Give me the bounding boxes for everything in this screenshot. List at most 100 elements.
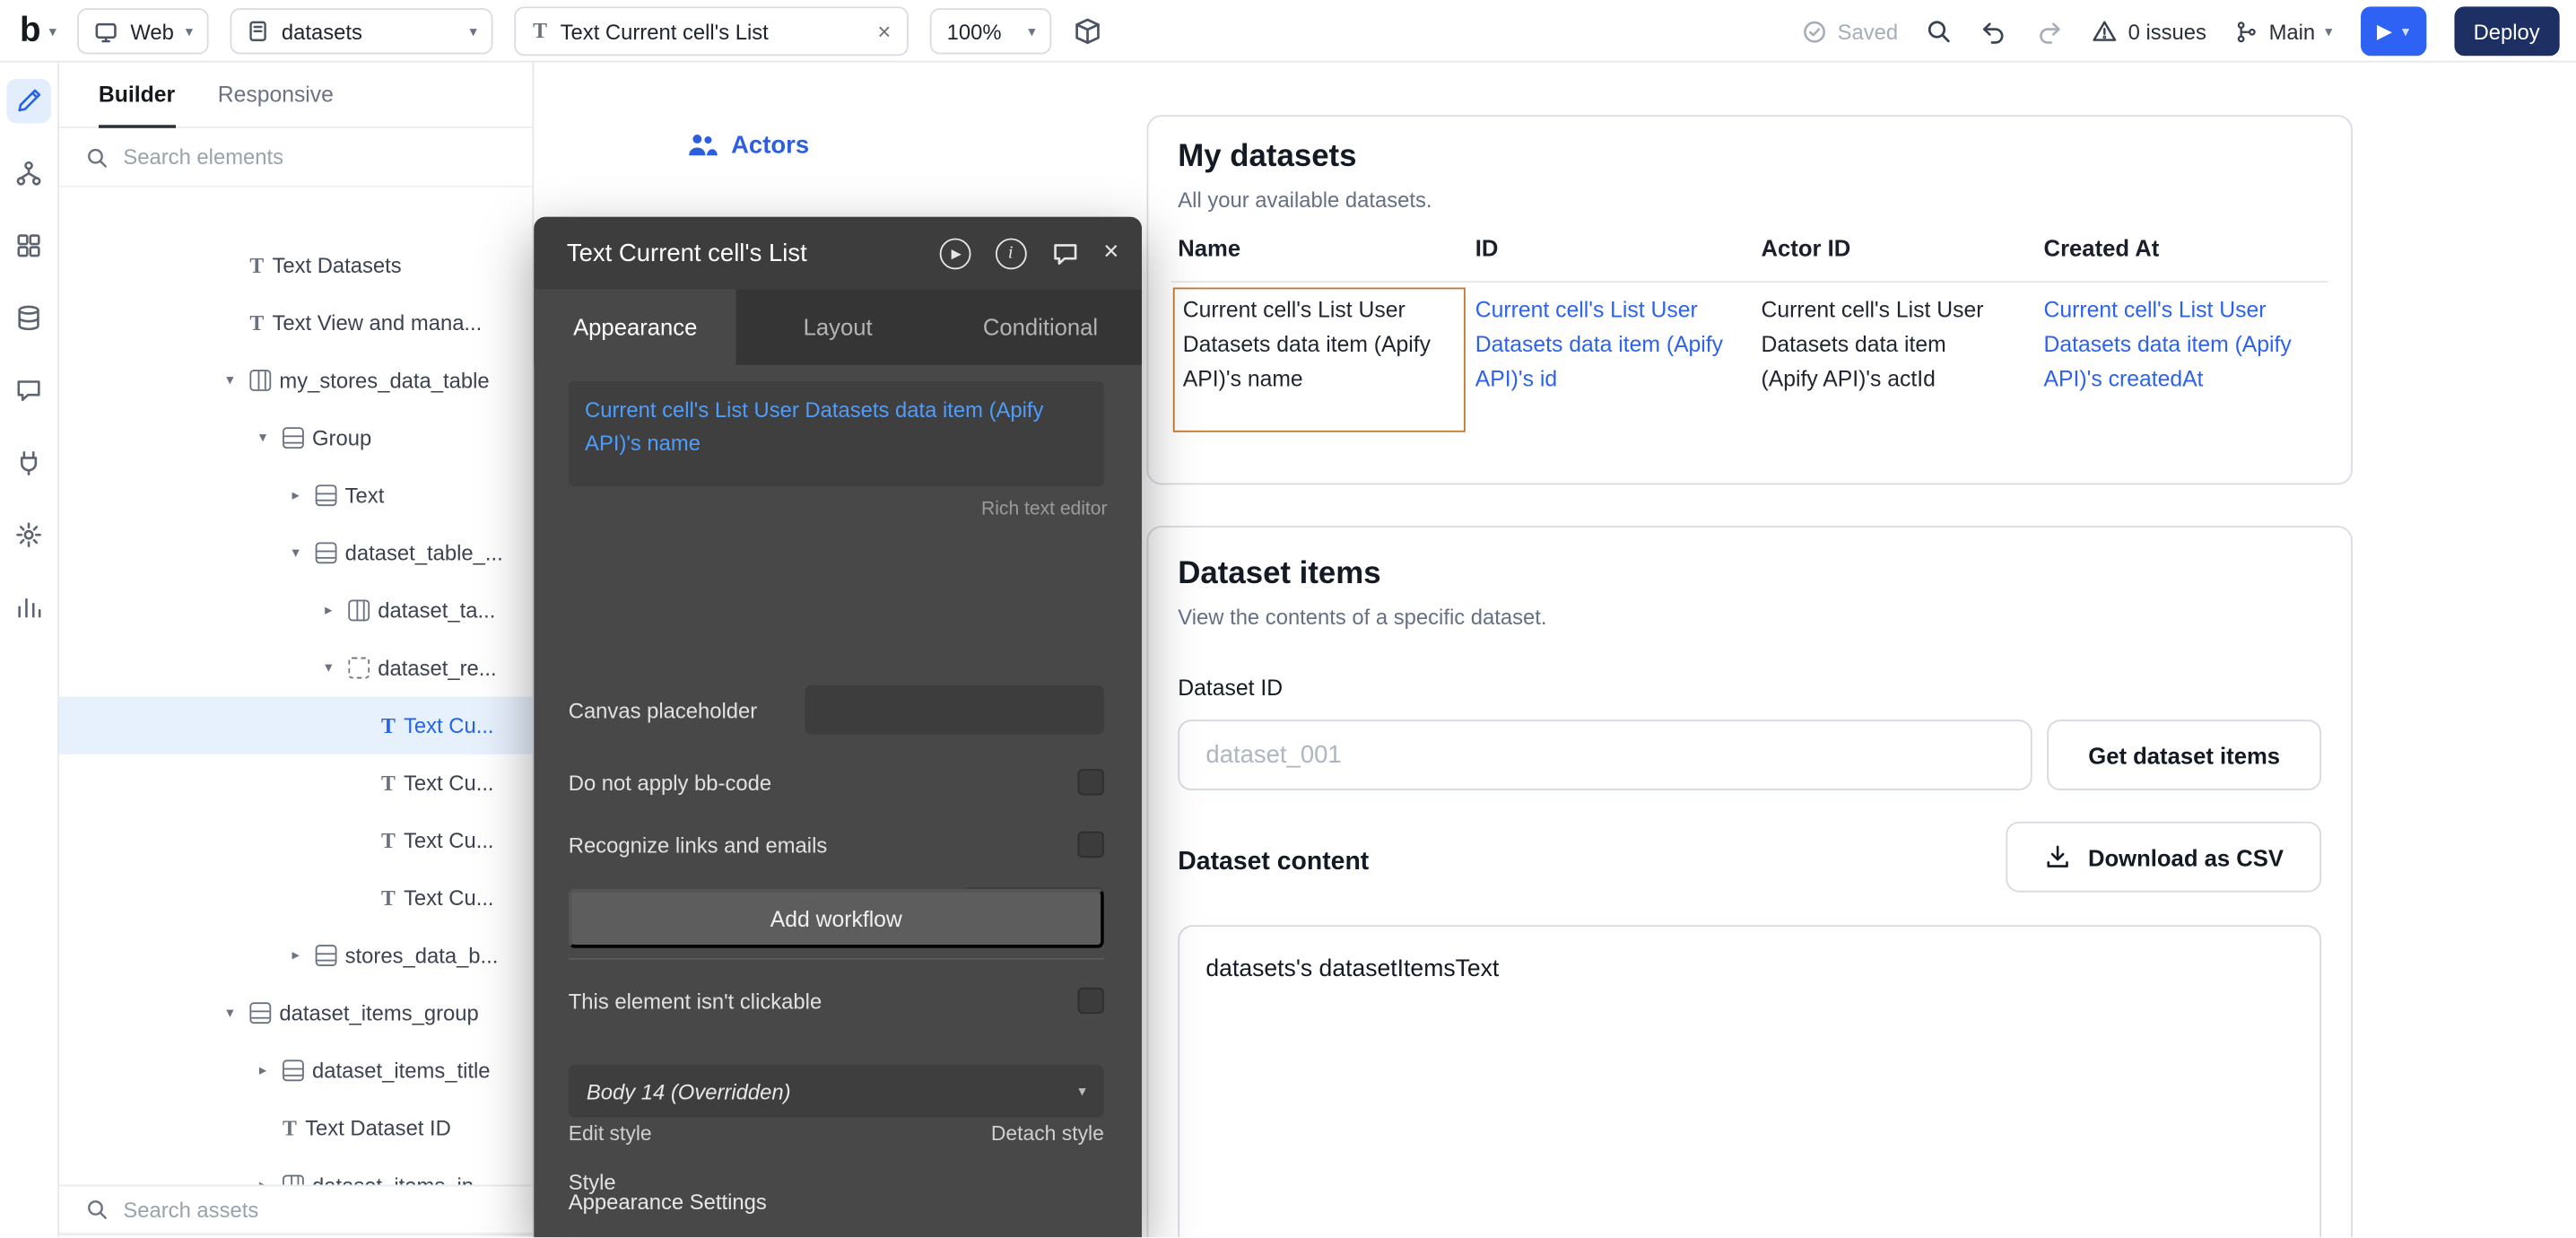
dataset-content-box[interactable]: datasets's datasetItemsText <box>1178 925 2321 1237</box>
package-icon[interactable] <box>1074 16 1103 46</box>
dataset-id-input[interactable] <box>1178 719 2032 790</box>
settings-gear-icon[interactable] <box>6 512 50 556</box>
element-tree: T Text Datasets T Text View and mana... … <box>59 237 533 1215</box>
preview-play-icon[interactable]: ▶ <box>939 238 970 269</box>
card-title: Dataset items <box>1178 557 1380 593</box>
close-icon[interactable]: × <box>1103 239 1118 268</box>
rich-text-value[interactable]: Current cell's List User Datasets data i… <box>569 381 1104 486</box>
tree-item[interactable]: ▸ Text <box>59 466 533 524</box>
info-icon[interactable]: i <box>995 238 1026 269</box>
get-dataset-items-button[interactable]: Get dataset items <box>2047 719 2321 790</box>
elements-panel: Builder Responsive T Text Datasets T Tex… <box>59 63 534 1238</box>
chevron-right-icon[interactable]: ▸ <box>318 601 341 619</box>
tree-item[interactable]: ▸ dataset_items_title <box>59 1042 533 1099</box>
chevron-down-icon[interactable]: ▾ <box>284 544 308 562</box>
workflow-icon[interactable] <box>6 152 50 196</box>
design-pencil-icon[interactable] <box>6 79 50 123</box>
group-icon <box>316 542 337 563</box>
canvas-placeholder-row: Canvas placeholder <box>569 685 1104 735</box>
left-icon-rail <box>0 63 59 1238</box>
chevron-down-icon[interactable]: ▾ <box>251 429 274 447</box>
actors-heading[interactable]: Actors <box>687 132 809 160</box>
search-elements-bar <box>59 128 533 187</box>
tree-item-selected[interactable]: T Text Cu... <box>59 697 533 754</box>
chevron-right-icon[interactable]: ▸ <box>284 486 308 504</box>
close-icon[interactable]: × <box>877 18 891 44</box>
tree-item[interactable]: ▸ stores_data_b... <box>59 927 533 984</box>
tab-layout[interactable]: Layout <box>736 289 939 364</box>
zoom-selector[interactable]: 100% ▾ <box>930 8 1052 54</box>
chevron-right-icon[interactable]: ▸ <box>284 946 308 964</box>
page-selector[interactable]: datasets ▾ <box>231 8 493 54</box>
dataset-items-card[interactable]: Dataset items View the contents of a spe… <box>1146 526 2352 1237</box>
tree-item[interactable]: ▾ my_stores_data_table <box>59 352 533 409</box>
visual-elements-section[interactable]: ▾ Visual Elements <box>59 1234 533 1238</box>
database-icon[interactable] <box>6 296 50 340</box>
selected-name-cell[interactable]: Current cell's List User Datasets data i… <box>1173 288 1466 432</box>
search-assets-input[interactable] <box>123 1197 451 1221</box>
element-tab[interactable]: T Text Current cell's List × <box>515 6 909 56</box>
group-icon <box>316 945 337 966</box>
bbcode-checkbox[interactable] <box>1078 769 1104 795</box>
tree-item[interactable]: ▾ dataset_items_group <box>59 984 533 1042</box>
tree-item[interactable]: T Text View and mana... <box>59 294 533 352</box>
tree-item[interactable]: ▸ dataset_ta... <box>59 581 533 639</box>
actor-id-cell[interactable]: Current cell's List User Datasets data i… <box>1762 294 2008 397</box>
dataset-content-label: Dataset content <box>1178 848 1369 877</box>
links-checkbox[interactable] <box>1078 832 1104 858</box>
tree-item[interactable]: T Text Datasets <box>59 237 533 294</box>
chevron-down-icon[interactable]: ▾ <box>318 658 341 676</box>
chevron-right-icon[interactable]: ▸ <box>251 1061 274 1079</box>
created-at-cell[interactable]: Current cell's List User Datasets data i… <box>2044 294 2327 397</box>
branch-selector[interactable]: Main ▾ <box>2234 19 2332 43</box>
tree-item[interactable]: T Text Dataset ID <box>59 1099 533 1156</box>
table-icon <box>249 370 271 391</box>
my-datasets-card[interactable]: My datasets All your available datasets.… <box>1146 115 2352 484</box>
style-dropdown[interactable]: Body 14 (Overridden) ▾ <box>569 1065 1104 1118</box>
property-panel-header[interactable]: Text Current cell's List ▶ i × <box>534 217 1142 290</box>
chevron-down-icon[interactable]: ▾ <box>219 1004 242 1022</box>
canvas-placeholder-input[interactable] <box>805 685 1103 735</box>
appearance-settings-label[interactable]: Appearance Settings <box>569 1190 767 1214</box>
rich-text-editor-hint[interactable]: Rich text editor <box>981 500 1107 519</box>
tab-builder[interactable]: Builder <box>99 63 175 127</box>
tree-item[interactable]: T Text Cu... <box>59 754 533 812</box>
tab-appearance[interactable]: Appearance <box>534 289 736 364</box>
deploy-button[interactable]: Deploy <box>2454 6 2560 56</box>
comment-icon[interactable] <box>1051 240 1079 267</box>
edit-style-link[interactable]: Edit style <box>569 1122 652 1146</box>
issues-indicator[interactable]: 0 issues <box>2092 18 2206 44</box>
bubble-editor-window: b ▾ Web ▾ datasets ▾ T Text Current cell… <box>0 0 2576 1237</box>
monitor-icon <box>94 19 118 43</box>
chevron-down-icon: ▾ <box>2402 24 2409 39</box>
tab-conditional[interactable]: Conditional <box>939 289 1142 364</box>
search-icon[interactable] <box>1926 18 1952 44</box>
logs-chart-icon[interactable] <box>6 585 50 629</box>
app-logo-menu[interactable]: b ▾ <box>20 12 57 51</box>
preview-button[interactable]: ▶ ▾ <box>2361 6 2426 56</box>
search-elements-input[interactable] <box>123 144 451 169</box>
environment-selector[interactable]: Web ▾ <box>78 8 210 54</box>
id-cell[interactable]: Current cell's List User Datasets data i… <box>1475 294 1725 397</box>
tree-item[interactable]: T Text Cu... <box>59 812 533 869</box>
tree-item[interactable]: ▾ dataset_table_... <box>59 524 533 581</box>
undo-icon[interactable] <box>1980 17 2008 45</box>
clickable-checkbox[interactable] <box>1078 988 1104 1014</box>
add-workflow-button[interactable]: Add workflow <box>569 889 1104 948</box>
bbcode-row: Do not apply bb-code <box>569 767 1104 797</box>
tree-item[interactable]: ▾ Group <box>59 409 533 466</box>
card-subtitle: View the contents of a specific dataset. <box>1178 605 1546 629</box>
download-csv-button[interactable]: Download as CSV <box>2006 822 2321 893</box>
tree-item[interactable]: T Text Cu... <box>59 869 533 927</box>
tree-item[interactable]: ▾ dataset_re... <box>59 640 533 697</box>
download-icon <box>2044 843 2072 871</box>
group-icon <box>316 484 337 506</box>
redo-icon[interactable] <box>2036 17 2064 45</box>
components-grid-icon[interactable] <box>6 223 50 267</box>
comments-bubble-icon[interactable] <box>6 368 50 412</box>
detach-style-link[interactable]: Detach style <box>991 1122 1104 1146</box>
tab-responsive[interactable]: Responsive <box>218 63 334 127</box>
plugins-plug-icon[interactable] <box>6 440 50 484</box>
chevron-down-icon[interactable]: ▾ <box>219 371 242 389</box>
card-subtitle: All your available datasets. <box>1178 187 1432 212</box>
